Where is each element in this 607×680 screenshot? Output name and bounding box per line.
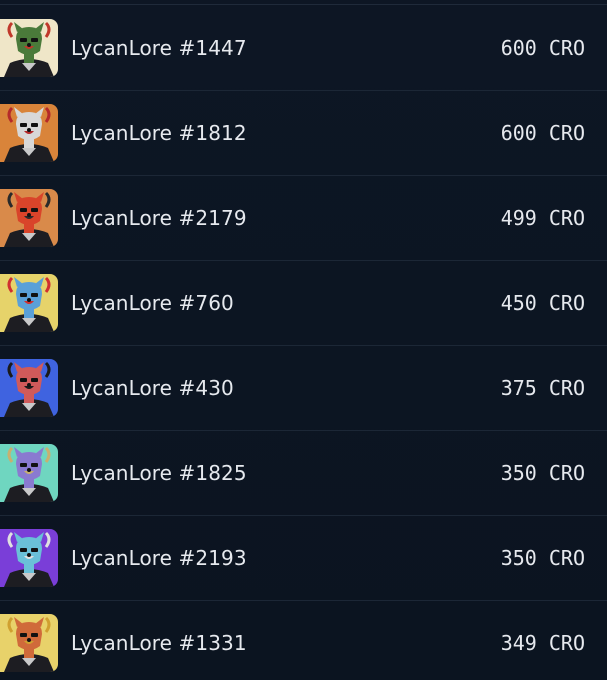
nft-thumbnail[interactable] [0,614,58,672]
nft-name[interactable]: LycanLore #1812 [71,91,247,175]
nft-name[interactable]: LycanLore #760 [71,261,234,345]
nft-avatar-image [0,444,58,502]
nft-avatar-image [0,189,58,247]
listing-row[interactable]: LycanLore #2179 499 CRO [0,176,607,261]
nft-price: 350 CRO [500,461,585,485]
nft-avatar-image [0,359,58,417]
listing-row[interactable]: LycanLore #430 375 CRO [0,346,607,431]
listing-row[interactable]: LycanLore #760 450 CRO [0,261,607,346]
nft-avatar-image [0,104,58,162]
nft-avatar-image [0,529,58,587]
nft-price: 450 CRO [500,291,585,315]
nft-thumbnail[interactable] [0,104,58,162]
nft-thumbnail[interactable] [0,529,58,587]
listing-row[interactable]: LycanLore #1825 350 CRO [0,431,607,516]
nft-name[interactable]: LycanLore #2193 [71,516,247,600]
nft-price: 499 CRO [500,206,585,230]
nft-name[interactable]: LycanLore #2179 [71,176,247,260]
nft-avatar-image [0,614,58,672]
nft-name[interactable]: LycanLore #1447 [71,6,247,90]
nft-price: 350 CRO [500,546,585,570]
nft-thumbnail[interactable] [0,359,58,417]
nft-avatar-image [0,19,58,77]
listing-row[interactable]: LycanLore #1331 349 CRO [0,601,607,680]
divider [0,4,607,5]
nft-thumbnail[interactable] [0,19,58,77]
listing-row[interactable]: LycanLore #1812 600 CRO [0,91,607,176]
nft-price: 600 CRO [500,36,585,60]
nft-price: 375 CRO [500,376,585,400]
nft-listing-list: LycanLore #1447 600 CRO LycanLore #1812 … [0,0,607,680]
listing-row[interactable]: LycanLore #2193 350 CRO [0,516,607,601]
nft-thumbnail[interactable] [0,444,58,502]
nft-name[interactable]: LycanLore #430 [71,346,234,430]
nft-name[interactable]: LycanLore #1825 [71,431,247,515]
nft-avatar-image [0,274,58,332]
nft-name[interactable]: LycanLore #1331 [71,601,247,680]
listing-row[interactable]: LycanLore #1447 600 CRO [0,6,607,91]
nft-price: 349 CRO [500,631,585,655]
nft-thumbnail[interactable] [0,189,58,247]
nft-thumbnail[interactable] [0,274,58,332]
nft-price: 600 CRO [500,121,585,145]
